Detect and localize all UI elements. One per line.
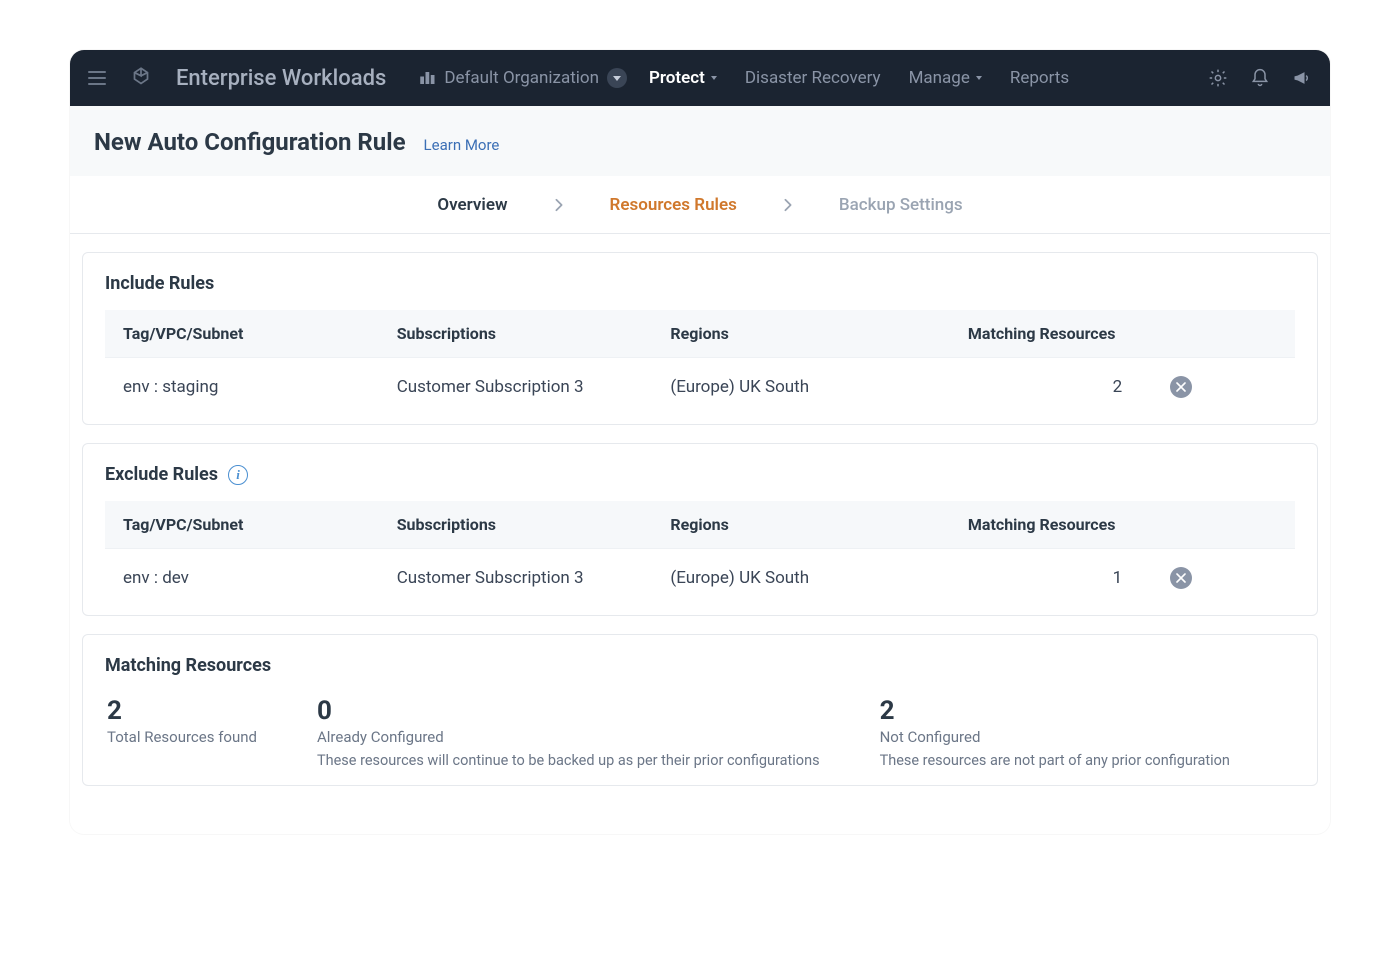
chevron-down-icon: [607, 68, 627, 88]
include-rules-table: Tag/VPC/Subnet Subscriptions Regions Mat…: [105, 310, 1295, 416]
nav-manage[interactable]: Manage: [909, 68, 982, 88]
cell-subscription: Customer Subscription 3: [379, 358, 653, 417]
exclude-rules-title: Exclude Rules: [105, 464, 218, 485]
stat-total-value: 2: [107, 696, 257, 726]
cell-matching: 1: [950, 549, 1152, 608]
cell-tag: env : dev: [105, 549, 379, 608]
bell-icon[interactable]: [1250, 68, 1270, 88]
stepper: Overview Resources Rules Backup Settings: [70, 177, 1330, 234]
chevron-right-icon: [783, 198, 793, 212]
nav-disaster-recovery[interactable]: Disaster Recovery: [745, 68, 881, 88]
remove-rule-button[interactable]: [1170, 376, 1192, 398]
learn-more-link[interactable]: Learn More: [424, 136, 500, 154]
col-regions: Regions: [652, 501, 950, 549]
cell-region: (Europe) UK South: [652, 358, 950, 417]
col-tag: Tag/VPC/Subnet: [105, 501, 379, 549]
matching-resources-panel: Matching Resources 2 Total Resources fou…: [82, 634, 1318, 786]
col-regions: Regions: [652, 310, 950, 358]
app-frame: Enterprise Workloads Default Organizatio…: [70, 50, 1330, 834]
table-header-row: Tag/VPC/Subnet Subscriptions Regions Mat…: [105, 310, 1295, 358]
menu-icon[interactable]: [88, 71, 106, 85]
gear-icon[interactable]: [1208, 68, 1228, 88]
nav-protect-label: Protect: [649, 68, 705, 88]
matching-resources-title: Matching Resources: [105, 655, 1295, 676]
stat-notconf-label: Not Configured: [880, 728, 1230, 746]
include-rules-panel: Include Rules Tag/VPC/Subnet Subscriptio…: [82, 252, 1318, 425]
stat-total: 2 Total Resources found: [107, 696, 257, 769]
stat-notconf-desc: These resources are not part of any prio…: [880, 752, 1230, 769]
step-resources-rules[interactable]: Resources Rules: [610, 195, 737, 215]
stat-not-configured: 2 Not Configured These resources are not…: [880, 696, 1230, 769]
col-subscriptions: Subscriptions: [379, 501, 653, 549]
cell-subscription: Customer Subscription 3: [379, 549, 653, 608]
table-header-row: Tag/VPC/Subnet Subscriptions Regions Mat…: [105, 501, 1295, 549]
chevron-down-icon: [976, 76, 982, 80]
nav-manage-label: Manage: [909, 68, 970, 88]
top-nav: Enterprise Workloads Default Organizatio…: [70, 50, 1330, 106]
col-matching: Matching Resources: [950, 501, 1295, 549]
info-icon[interactable]: i: [228, 465, 248, 485]
nav-reports[interactable]: Reports: [1010, 68, 1069, 88]
step-backup-settings[interactable]: Backup Settings: [839, 195, 963, 215]
stat-already-value: 0: [317, 696, 820, 726]
col-subscriptions: Subscriptions: [379, 310, 653, 358]
include-rules-title: Include Rules: [105, 273, 1295, 294]
brand-title: Enterprise Workloads: [176, 66, 386, 91]
table-row: env : dev Customer Subscription 3 (Europ…: [105, 549, 1295, 608]
matching-stats: 2 Total Resources found 0 Already Config…: [105, 692, 1295, 777]
org-label: Default Organization: [444, 68, 599, 88]
stat-already-configured: 0 Already Configured These resources wil…: [317, 696, 820, 769]
cell-tag: env : staging: [105, 358, 379, 417]
remove-rule-button[interactable]: [1170, 567, 1192, 589]
col-tag: Tag/VPC/Subnet: [105, 310, 379, 358]
page-title: New Auto Configuration Rule: [94, 128, 406, 156]
exclude-rules-table: Tag/VPC/Subnet Subscriptions Regions Mat…: [105, 501, 1295, 607]
megaphone-icon[interactable]: [1292, 68, 1312, 88]
org-selector[interactable]: Default Organization: [418, 68, 627, 88]
table-row: env : staging Customer Subscription 3 (E…: [105, 358, 1295, 417]
org-icon: [418, 69, 436, 87]
col-matching: Matching Resources: [950, 310, 1295, 358]
cell-region: (Europe) UK South: [652, 549, 950, 608]
logo-icon: [128, 65, 154, 91]
page-header: New Auto Configuration Rule Learn More: [70, 106, 1330, 177]
stat-notconf-value: 2: [880, 696, 1230, 726]
stat-total-label: Total Resources found: [107, 728, 257, 746]
step-overview[interactable]: Overview: [437, 195, 507, 215]
cell-matching: 2: [950, 358, 1152, 417]
exclude-rules-panel: Exclude Rules i Tag/VPC/Subnet Subscript…: [82, 443, 1318, 616]
chevron-down-icon: [711, 76, 717, 80]
stat-already-desc: These resources will continue to be back…: [317, 752, 820, 769]
nav-protect[interactable]: Protect: [649, 68, 717, 88]
stat-already-label: Already Configured: [317, 728, 820, 746]
content: Include Rules Tag/VPC/Subnet Subscriptio…: [70, 234, 1330, 834]
chevron-right-icon: [554, 198, 564, 212]
